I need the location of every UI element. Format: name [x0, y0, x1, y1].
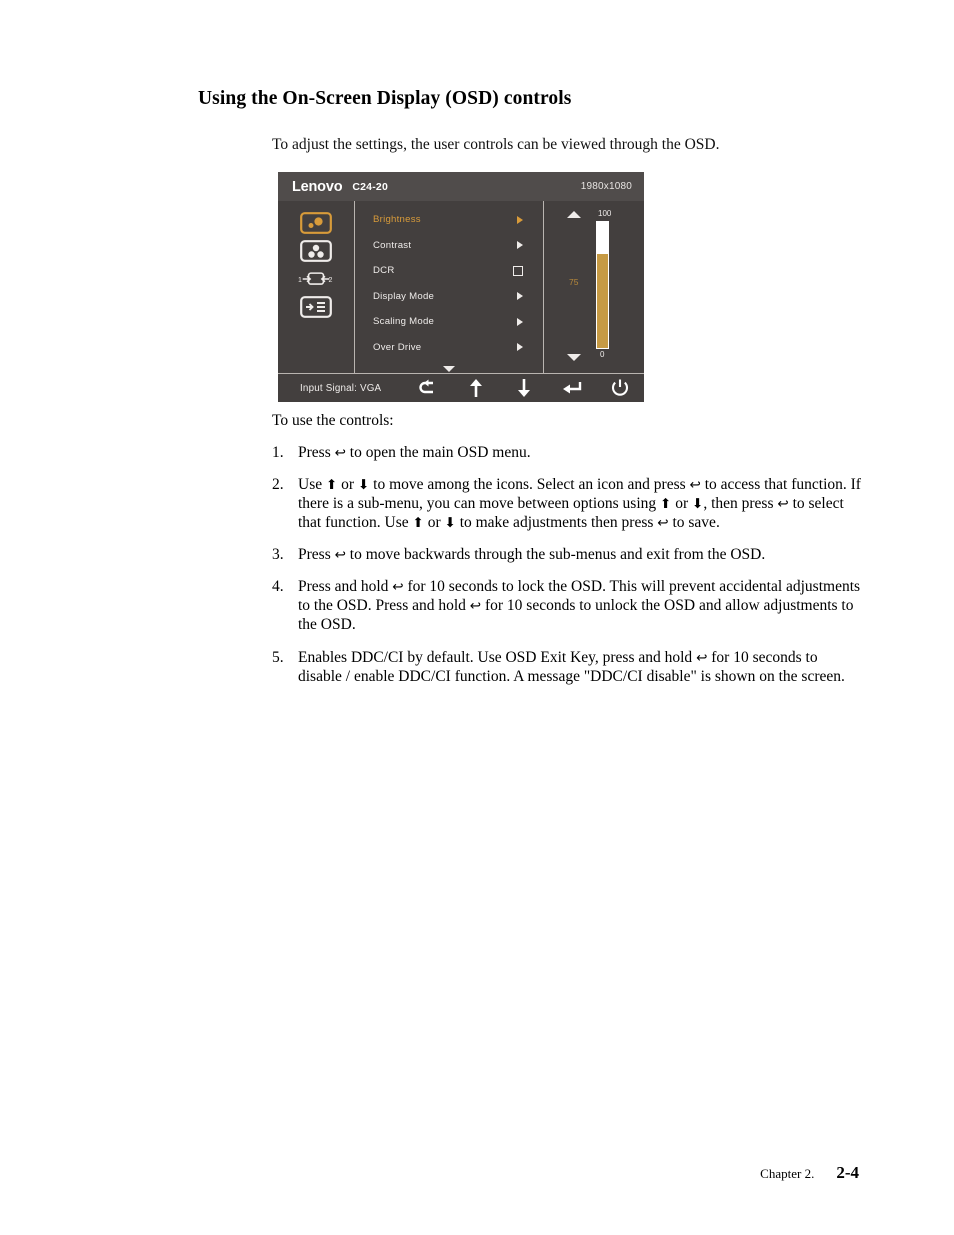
lenovo-logo: Lenovo [292, 178, 343, 195]
osd-header: Lenovo C24-20 1980x1080 [278, 172, 644, 201]
list-item-number: 1. [272, 444, 284, 461]
osd-screenshot: Lenovo C24-20 1980x1080 1 2 Brightness C… [278, 172, 644, 402]
osd-menu-item-label: Scaling Mode [373, 316, 435, 328]
osd-menu-item-label: Display Mode [373, 290, 435, 302]
page-number: 2-4 [836, 1163, 859, 1182]
down-icon[interactable] [500, 378, 548, 398]
list-item-text: Use ⬆ or ⬇ to move among the icons. Sele… [298, 476, 861, 532]
list-item: 5. Enables DDC/CI by default. Use OSD Ex… [272, 648, 862, 686]
list-item-number: 2. [272, 476, 284, 494]
chevron-right-icon [517, 241, 523, 250]
list-item-text: Press ↩ to move backwards through the su… [298, 546, 766, 564]
slider-max-label: 100 [598, 209, 612, 218]
osd-icon-rail: 1 2 [278, 201, 355, 373]
list-item: 1. Press ↩ to open the main OSD menu. [272, 443, 862, 462]
color-settings-icon[interactable] [298, 238, 334, 263]
page-title: Using the On-Screen Display (OSD) contro… [198, 88, 572, 109]
page-footer: Chapter 2. 2-4 [760, 1163, 859, 1183]
list-item-number: 4. [272, 578, 284, 596]
osd-body: 1 2 Brightness Contrast DCR Display Mode… [278, 201, 644, 373]
osd-menu-item-scaling-mode[interactable]: Scaling Mode [355, 309, 543, 335]
brightness-slider[interactable] [596, 221, 609, 349]
triangle-down-icon[interactable] [567, 354, 581, 361]
slider-value-label: 75 [569, 277, 579, 287]
checkbox-unchecked-icon[interactable] [513, 265, 523, 276]
instructions-list: 1. Press ↩ to open the main OSD menu. 2.… [272, 443, 862, 699]
list-item-number: 5. [272, 648, 284, 666]
osd-menu-list: Brightness Contrast DCR Display Mode Sca… [355, 201, 544, 373]
osd-menu-item-dcr[interactable]: DCR [355, 258, 543, 284]
brightness-contrast-icon[interactable] [298, 210, 334, 235]
list-item: 3. Press ↩ to move backwards through the… [272, 545, 862, 564]
chapter-label: Chapter 2. [760, 1166, 815, 1181]
up-icon[interactable] [452, 378, 500, 398]
list-item: 4. Press and hold ↩ for 10 seconds to lo… [272, 577, 862, 634]
triangle-up-icon[interactable] [567, 211, 581, 218]
chevron-down-icon [443, 366, 455, 372]
input-signal-label: Input Signal: VGA [300, 382, 382, 394]
list-item-text: Press ↩ to open the main OSD menu. [298, 444, 531, 461]
input-select-icon[interactable]: 1 2 [298, 266, 334, 291]
monitor-model-label: C24-20 [352, 180, 388, 193]
instructions-lead: To use the controls: [272, 412, 394, 429]
back-icon[interactable] [404, 378, 452, 398]
osd-menu-item-label: DCR [373, 265, 395, 277]
list-item-number: 3. [272, 546, 284, 564]
chevron-right-icon [517, 343, 523, 352]
osd-menu-item-label: Brightness [373, 214, 421, 226]
menu-settings-icon[interactable] [298, 294, 334, 319]
osd-slider-panel: 75 100 0 [544, 201, 644, 373]
enter-icon[interactable] [548, 378, 596, 398]
osd-menu-item-over-drive[interactable]: Over Drive [355, 335, 543, 361]
resolution-label: 1980x1080 [580, 181, 632, 192]
svg-text:2: 2 [329, 277, 333, 284]
svg-text:1: 1 [298, 277, 302, 284]
power-icon[interactable] [596, 378, 644, 398]
list-item-text: Enables DDC/CI by default. Use OSD Exit … [298, 648, 845, 685]
osd-footer-bar: Input Signal: VGA [278, 373, 644, 402]
osd-menu-item-brightness[interactable]: Brightness [355, 207, 543, 233]
osd-menu-item-label: Contrast [373, 239, 412, 251]
osd-scroll-more[interactable] [355, 366, 543, 372]
intro-paragraph: To adjust the settings, the user control… [272, 136, 720, 153]
osd-menu-item-display-mode[interactable]: Display Mode [355, 284, 543, 310]
chevron-right-icon [517, 317, 523, 326]
slider-min-label: 0 [600, 350, 605, 359]
slider-fill [597, 253, 608, 348]
list-item-text: Press and hold ↩ for 10 seconds to lock … [298, 578, 861, 634]
osd-menu-item-label: Over Drive [373, 341, 422, 353]
list-item: 2. Use ⬆ or ⬇ to move among the icons. S… [272, 475, 862, 532]
osd-menu-item-contrast[interactable]: Contrast [355, 233, 543, 259]
osd-footer-buttons [404, 378, 644, 398]
chevron-right-icon [517, 215, 523, 224]
chevron-right-icon [517, 292, 523, 301]
